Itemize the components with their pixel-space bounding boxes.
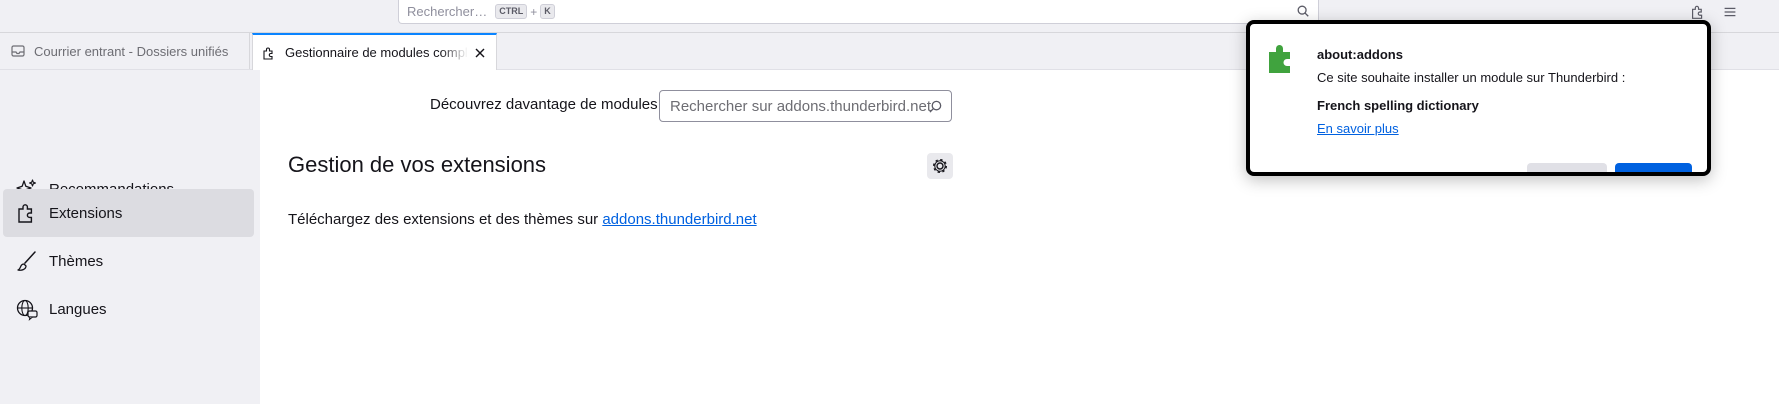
add-button[interactable]: Ajouter: [1615, 163, 1692, 172]
shortcut-ctrl-key: CTRL: [495, 4, 528, 19]
page-title: Gestion de vos extensions: [288, 152, 547, 177]
sidebar-item-languages[interactable]: Langues: [3, 285, 254, 333]
mail-icon: [11, 45, 25, 57]
addon-name: French spelling dictionary: [1317, 98, 1479, 113]
shortcut-k-key: K: [540, 4, 555, 19]
download-hint-text: Téléchargez des extensions et des thèmes…: [288, 211, 603, 228]
shortcut-plus: +: [530, 4, 538, 19]
tools-gear-button[interactable]: [927, 153, 953, 179]
tab-addons-label: Gestionnaire de modules complémentaires: [285, 45, 468, 60]
cancel-button[interactable]: Annuler: [1527, 163, 1607, 172]
search-icon[interactable]: [928, 99, 943, 114]
sidebar-item-label: Extensions: [49, 204, 123, 222]
learn-more-link[interactable]: En savoir plus: [1317, 121, 1399, 136]
popup-message: Ce site souhaite installer un module sur…: [1317, 70, 1626, 85]
tab-addons-manager[interactable]: Gestionnaire de modules complémentaires: [252, 33, 497, 70]
search-icon[interactable]: [1296, 4, 1310, 18]
addons-search-input[interactable]: Rechercher sur addons.thunderbird.net: [659, 90, 952, 122]
addons-puzzle-icon[interactable]: [1689, 3, 1707, 21]
categories-sidebar: Recommandations Extensions Thèmes Lang: [0, 70, 260, 404]
global-search-bar[interactable]: Rechercher… CTRL + K: [398, 0, 1319, 24]
brush-icon: [17, 251, 36, 271]
close-icon[interactable]: [472, 45, 488, 61]
popup-origin: about:addons: [1317, 47, 1403, 62]
tab-inbox[interactable]: Courrier entrant - Dossiers unifiés: [0, 33, 250, 69]
app-menu-icon[interactable]: [1721, 3, 1739, 21]
puzzle-icon: [1269, 45, 1290, 73]
sidebar-item-extensions[interactable]: Extensions: [3, 189, 254, 237]
addons-search-placeholder: Rechercher sur addons.thunderbird.net: [670, 97, 931, 115]
sidebar-item-label: Langues: [49, 300, 107, 318]
globe-chat-icon: [16, 299, 38, 321]
install-addon-popup: about:addons Ce site souhaite installer …: [1246, 20, 1711, 176]
addons-manager-window: Rechercher… CTRL + K Courrier entrant - …: [0, 0, 1779, 404]
discover-label: Découvrez davantage de modules: [430, 96, 658, 113]
tab-inbox-label: Courrier entrant - Dossiers unifiés: [34, 43, 229, 59]
gear-icon: [932, 158, 948, 174]
addons-site-link[interactable]: addons.thunderbird.net: [602, 211, 756, 228]
sidebar-item-themes[interactable]: Thèmes: [3, 237, 254, 285]
sidebar-item-label: Thèmes: [49, 252, 104, 270]
puzzle-icon: [263, 47, 273, 60]
puzzle-icon: [18, 204, 33, 223]
download-hint: Téléchargez des extensions et des thèmes…: [288, 211, 757, 228]
global-search-placeholder: Rechercher…: [407, 4, 488, 19]
